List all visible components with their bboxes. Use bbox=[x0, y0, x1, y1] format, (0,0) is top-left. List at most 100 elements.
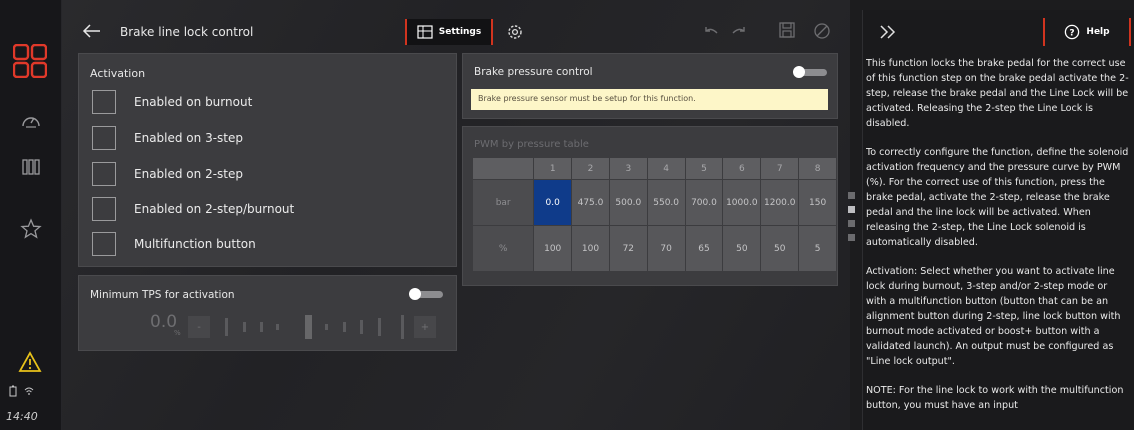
min-tps-toggle[interactable] bbox=[409, 288, 443, 300]
dashboard-grid-icon[interactable] bbox=[13, 44, 47, 78]
disable-icon[interactable] bbox=[813, 22, 831, 40]
table-cell[interactable]: 475.0 bbox=[571, 179, 610, 226]
redo-icon[interactable] bbox=[730, 24, 748, 42]
table-row: bar 0.0 475.0 500.0 550.0 700.0 1000.0 1… bbox=[471, 179, 837, 226]
min-tps-value: 0.0 bbox=[150, 312, 178, 332]
help-paragraph: This function locks the brake pedal for … bbox=[866, 58, 1129, 129]
slider-tick bbox=[225, 318, 228, 336]
page-dot[interactable] bbox=[848, 192, 855, 199]
brake-pressure-panel: Brake pressure control Brake pressure se… bbox=[462, 53, 838, 119]
slider-tick bbox=[260, 322, 263, 332]
slider-tick bbox=[276, 324, 279, 330]
table-icon bbox=[417, 25, 433, 39]
brake-pressure-label: Brake pressure control bbox=[474, 66, 593, 78]
activation-label: Activation bbox=[90, 67, 146, 80]
pwm-table: 1 2 3 4 5 6 7 8 bar 0.0 475.0 500.0 550.… bbox=[471, 157, 837, 272]
column-header: 1 bbox=[533, 157, 573, 180]
table-cell[interactable]: 100 bbox=[571, 225, 610, 272]
option-enabled-on-2-step[interactable]: Enabled on 2-step bbox=[92, 162, 243, 186]
option-enabled-on-2-step-burnout[interactable]: Enabled on 2-step/burnout bbox=[92, 197, 294, 221]
row-header: bar bbox=[471, 179, 535, 226]
min-tps-label: Minimum TPS for activation bbox=[90, 289, 235, 301]
decrement-button[interactable]: - bbox=[188, 316, 210, 338]
table-cell[interactable]: 100 bbox=[533, 225, 573, 272]
column-header: 6 bbox=[722, 157, 762, 180]
star-icon[interactable] bbox=[20, 218, 42, 240]
table-cell[interactable]: 500.0 bbox=[608, 179, 648, 226]
pwm-table-panel: PWM by pressure table 1 2 3 4 5 6 7 8 ba… bbox=[462, 126, 838, 286]
slider-tick bbox=[243, 322, 246, 332]
page-dot[interactable] bbox=[848, 234, 855, 241]
page-title: Brake line lock control bbox=[120, 25, 254, 39]
page-indicator[interactable] bbox=[848, 192, 855, 248]
table-row: % 100 100 72 70 65 50 50 5 bbox=[471, 225, 837, 272]
back-arrow-icon[interactable] bbox=[82, 22, 102, 40]
undo-icon[interactable] bbox=[702, 24, 720, 42]
column-header: 3 bbox=[608, 157, 648, 180]
settings-button[interactable]: Settings bbox=[405, 19, 493, 45]
slider-tick bbox=[401, 315, 404, 339]
option-label: Enabled on 2-step/burnout bbox=[134, 202, 295, 216]
column-header: 5 bbox=[684, 157, 724, 180]
battery-icon bbox=[9, 385, 17, 397]
table-cell[interactable]: 700.0 bbox=[684, 179, 724, 226]
question-icon: ? bbox=[1065, 24, 1080, 40]
save-icon[interactable] bbox=[778, 21, 796, 39]
help-text: This function locks the brake pedal for … bbox=[866, 56, 1130, 414]
clock-time: 14:40 bbox=[6, 410, 38, 423]
left-rail: 14:40 bbox=[0, 0, 62, 430]
page-dot-active[interactable] bbox=[848, 206, 855, 213]
gauge-icon[interactable] bbox=[20, 110, 42, 132]
table-cell[interactable]: 1000.0 bbox=[722, 179, 762, 226]
bars-icon[interactable] bbox=[20, 156, 42, 178]
column-header: 8 bbox=[798, 157, 837, 180]
checkbox[interactable] bbox=[92, 197, 116, 221]
option-multifunction-button[interactable]: Multifunction button bbox=[92, 232, 256, 256]
help-panel: ? Help This function locks the brake ped… bbox=[862, 10, 1134, 430]
option-label: Enabled on 2-step bbox=[134, 167, 243, 181]
option-enabled-on-burnout[interactable]: Enabled on burnout bbox=[92, 90, 252, 114]
page-header: Brake line lock control Settings bbox=[62, 14, 850, 50]
table-cell[interactable]: 50 bbox=[722, 225, 762, 272]
option-enabled-on-3-step[interactable]: Enabled on 3-step bbox=[92, 126, 243, 150]
wifi-icon bbox=[24, 387, 34, 395]
checkbox[interactable] bbox=[92, 162, 116, 186]
brake-pressure-toggle[interactable] bbox=[793, 66, 827, 78]
svg-text:?: ? bbox=[1070, 29, 1075, 39]
row-header: % bbox=[471, 225, 535, 272]
slider-handle[interactable] bbox=[305, 315, 312, 339]
table-cell[interactable]: 50 bbox=[760, 225, 800, 272]
min-tps-panel: Minimum TPS for activation 0.0 % - + bbox=[78, 275, 457, 351]
help-label: Help bbox=[1086, 27, 1110, 37]
checkbox[interactable] bbox=[92, 126, 116, 150]
checkbox[interactable] bbox=[92, 90, 116, 114]
table-cell[interactable]: 72 bbox=[608, 225, 648, 272]
option-label: Enabled on 3-step bbox=[134, 131, 243, 145]
min-tps-unit: % bbox=[174, 329, 181, 337]
table-cell[interactable]: 65 bbox=[684, 225, 724, 272]
help-button[interactable]: ? Help bbox=[1043, 18, 1131, 46]
collapse-panel-icon[interactable] bbox=[879, 24, 897, 40]
help-paragraph: Activation: Select whether you want to a… bbox=[866, 266, 1121, 367]
warning-icon[interactable] bbox=[18, 351, 42, 373]
increment-button[interactable]: + bbox=[414, 316, 436, 338]
checkbox[interactable] bbox=[92, 232, 116, 256]
help-paragraph: To correctly configure the function, def… bbox=[866, 147, 1129, 248]
column-header: 4 bbox=[646, 157, 686, 180]
option-label: Multifunction button bbox=[134, 237, 256, 251]
activation-panel: Activation Enabled on burnout Enabled on… bbox=[78, 53, 457, 267]
page-dot[interactable] bbox=[848, 220, 855, 227]
table-cell[interactable]: 1200.0 bbox=[760, 179, 800, 226]
table-cell[interactable]: 150 bbox=[798, 179, 837, 226]
table-cell[interactable]: 550.0 bbox=[646, 179, 686, 226]
sensor-warning-message: Brake pressure sensor must be setup for … bbox=[471, 89, 828, 110]
table-cell[interactable]: 70 bbox=[646, 225, 686, 272]
gear-icon[interactable] bbox=[505, 22, 525, 42]
slider-tick bbox=[343, 322, 346, 332]
table-cell[interactable]: 0.0 bbox=[533, 179, 573, 226]
slider-tick bbox=[325, 324, 328, 330]
pwm-table-title: PWM by pressure table bbox=[474, 139, 589, 150]
help-paragraph: NOTE: For the line lock to work with the… bbox=[866, 385, 1124, 411]
table-cell[interactable]: 5 bbox=[798, 225, 837, 272]
slider-tick bbox=[360, 320, 363, 334]
